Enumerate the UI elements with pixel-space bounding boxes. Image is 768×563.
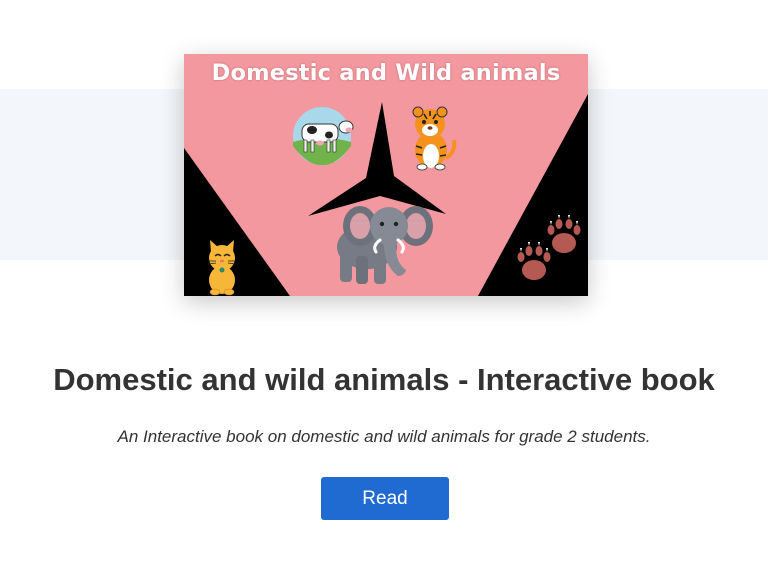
page-title: Domestic and wild animals - Interactive …: [53, 362, 715, 397]
page: Domestic and Wild animals Domestic and w…: [0, 0, 768, 563]
cover-title: Domestic and Wild animals: [211, 60, 561, 86]
book-description: An Interactive book on domestic and wild…: [117, 427, 651, 446]
book-cover-image[interactable]: Domestic and Wild animals: [184, 54, 588, 296]
read-button[interactable]: Read: [321, 477, 449, 520]
cover-illustration: [184, 54, 588, 296]
